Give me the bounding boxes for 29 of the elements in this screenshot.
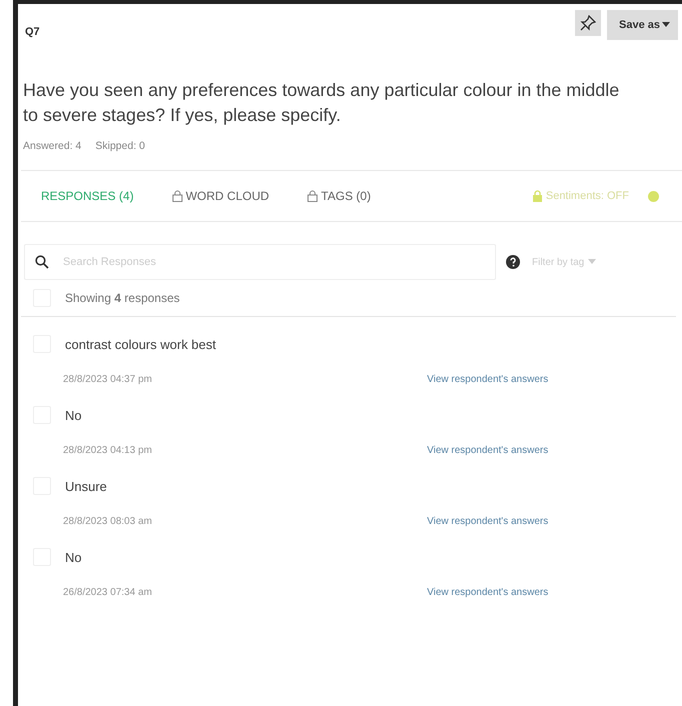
response-text: Unsure xyxy=(65,478,107,494)
tab[interactable]: WORD CLOUD xyxy=(172,189,270,203)
sentiments-label: Sentiments: OFF xyxy=(546,190,629,202)
caret-icon xyxy=(662,22,670,28)
answered-count: Answered: 4 xyxy=(23,140,82,152)
pin-button[interactable] xyxy=(575,10,602,36)
tab[interactable]: RESPONSES (4) xyxy=(41,189,134,203)
save-as-button[interactable]: Save as xyxy=(607,10,678,40)
response-text: contrast colours work best xyxy=(65,336,216,352)
view-answers-link[interactable]: View respondent's answers xyxy=(427,516,548,526)
view-answers-link[interactable]: View respondent's answers xyxy=(427,586,548,598)
view-answers-link[interactable]: View respondent's answers xyxy=(427,444,548,456)
pin-icon xyxy=(580,15,596,31)
question-text: Have you seen any preferences towards any particular colour in the middle to severe stages? If yes, please specify. xyxy=(23,79,620,127)
showing-count: Showing 4 responses xyxy=(65,291,180,305)
caret-icon xyxy=(588,259,596,265)
skipped-count: Skipped: 0 xyxy=(95,140,145,152)
response-date: 26/8/2023 07:34 am xyxy=(63,586,153,598)
help-icon[interactable] xyxy=(506,255,520,269)
tab[interactable]: TAGS (0) xyxy=(307,189,371,203)
search-icon xyxy=(35,255,49,269)
response-date: 28/8/2023 04:13 pm xyxy=(63,444,153,456)
lock-icon xyxy=(532,190,543,202)
question-number: Q7 xyxy=(25,26,40,38)
response-date: 28/8/2023 08:03 am xyxy=(63,516,153,526)
response-text: No xyxy=(65,550,82,564)
view-answers-link[interactable]: View respondent's answers xyxy=(427,374,548,384)
response-text: No xyxy=(65,408,82,422)
response-date: 28/8/2023 04:37 pm xyxy=(63,374,153,384)
